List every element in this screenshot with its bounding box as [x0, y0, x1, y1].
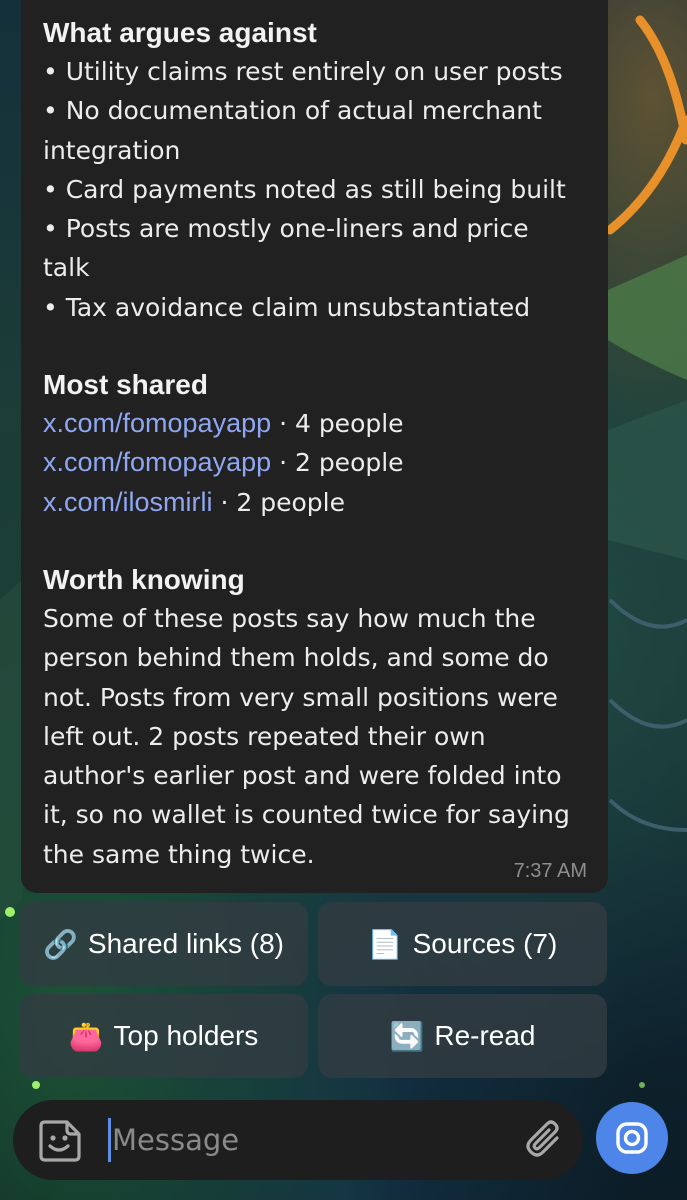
- purse-icon: 👛: [68, 1020, 104, 1052]
- link-icon: 🔗: [43, 928, 78, 960]
- shared-link[interactable]: x.com/fomopayapp: [43, 408, 271, 438]
- section-title-worth-knowing: Worth knowing: [43, 563, 245, 595]
- against-line: • Tax avoidance claim unsubstantiated: [43, 292, 531, 322]
- worth-knowing-line: author's earlier post and were folded in…: [43, 761, 562, 791]
- shared-link-count: · 4 people: [271, 409, 404, 439]
- worth-knowing-line: person behind them holds, and some do: [43, 643, 549, 673]
- against-line: integration: [43, 135, 181, 165]
- worth-knowing-line: not. Posts from very small positions wer…: [43, 682, 558, 712]
- reread-label: Re-read: [434, 1020, 536, 1051]
- text-caret: [108, 1118, 111, 1162]
- camera-record-button[interactable]: [596, 1102, 668, 1174]
- shared-link-row: x.com/fomopayapp · 2 people: [43, 443, 586, 482]
- worth-knowing-line: left out. 2 posts repeated their own: [43, 721, 486, 751]
- worth-knowing-line: Some of these posts say how much the: [43, 603, 536, 633]
- worth-knowing-line: it, so no wallet is counted twice for sa…: [43, 800, 570, 830]
- shared-links-button[interactable]: 🔗 Shared links (8): [19, 902, 308, 986]
- against-line: • Utility claims rest entirely on user p…: [43, 57, 563, 86]
- sticker-icon[interactable]: [37, 1118, 83, 1164]
- message-input[interactable]: [112, 1114, 492, 1166]
- against-line: • Card payments noted as still being bui…: [43, 174, 566, 204]
- bot-message-bubble: What argues against • Utility claims res…: [21, 0, 608, 893]
- reread-button[interactable]: 🔄 Re-read: [318, 994, 607, 1078]
- against-line: • No documentation of actual merchant: [43, 96, 542, 126]
- top-holders-button[interactable]: 👛 Top holders: [19, 994, 308, 1078]
- shared-link-count: · 2 people: [271, 448, 404, 478]
- section-title-against: What argues against: [43, 17, 317, 48]
- refresh-icon: 🔄: [389, 1020, 425, 1052]
- worth-knowing-line: the same thing twice.: [43, 839, 315, 869]
- top-holders-label: Top holders: [113, 1020, 259, 1051]
- camera-icon: [616, 1122, 648, 1154]
- shared-link[interactable]: x.com/ilosmirli: [43, 487, 213, 517]
- document-icon: 📄: [367, 928, 403, 960]
- sources-button[interactable]: 📄 Sources (7): [318, 902, 607, 986]
- shared-links-label: Shared links (8): [87, 928, 284, 959]
- message-composer: [13, 1100, 583, 1180]
- shared-link[interactable]: x.com/fomopayapp: [43, 447, 271, 477]
- section-title-most-shared: Most shared: [43, 369, 208, 401]
- shared-link-row: x.com/ilosmirli · 2 people: [43, 483, 586, 522]
- shared-link-row: x.com/fomopayapp · 4 people: [43, 404, 586, 443]
- sources-label: Sources (7): [412, 928, 558, 959]
- message-timestamp: 7:37 AM: [513, 860, 587, 882]
- paperclip-icon[interactable]: [523, 1118, 569, 1164]
- against-line: talk: [43, 253, 90, 283]
- against-line: • Posts are mostly one-liners and price: [43, 214, 529, 244]
- shared-link-count: · 2 people: [212, 487, 345, 517]
